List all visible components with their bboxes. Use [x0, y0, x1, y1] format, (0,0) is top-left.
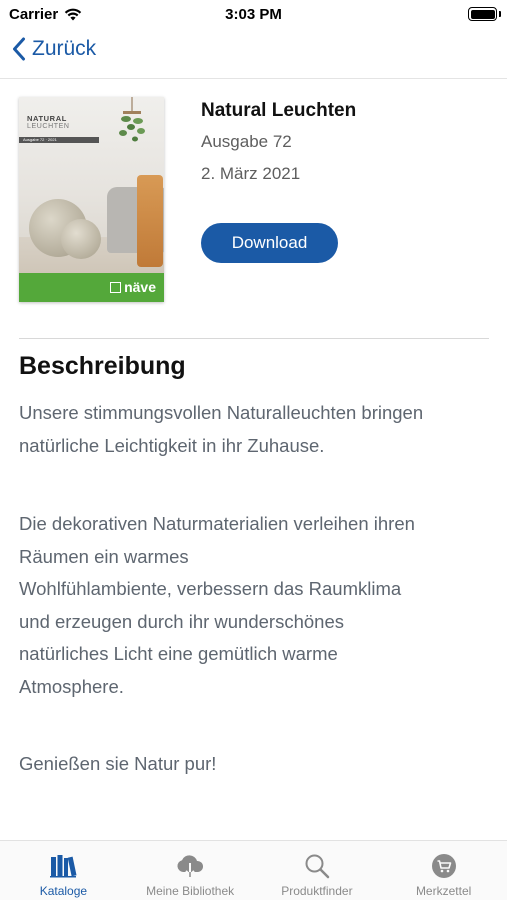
description-line: Die dekorativen Naturmaterialien verleih…	[19, 513, 415, 534]
brand-logo-mark	[110, 281, 122, 293]
cover-blanket	[137, 175, 163, 267]
tab-label: Merkzettel	[415, 884, 472, 898]
nav-bar: Zurück	[0, 28, 507, 79]
cover-title-block: NATURAL LEUCHTEN	[27, 114, 70, 130]
catalog-info: Natural Leuchten Ausgabe 72 2. März 2021…	[201, 97, 481, 263]
catalog-cover-image[interactable]: NATURAL LEUCHTEN Ausgabe 72 · 2021 näve	[19, 97, 164, 302]
tab-meine-bibliothek[interactable]: Meine Bibliothek	[127, 841, 254, 900]
cover-footer: näve	[19, 273, 164, 302]
cover-strip-text: Ausgabe 72 · 2021	[23, 137, 57, 142]
tab-merkzettel[interactable]: Merkzettel	[380, 841, 507, 900]
cover-stone-ball-small	[61, 219, 101, 259]
tab-kataloge[interactable]: Kataloge	[0, 841, 127, 900]
description-line: Räumen ein warmes	[19, 545, 189, 567]
description-paragraph-3: Genießen sie Natur pur!	[19, 753, 217, 774]
cover-title: NATURAL	[27, 114, 67, 123]
cart-icon	[429, 851, 459, 881]
tab-bar: Kataloge Meine Bibliothek Produktfinder	[0, 840, 507, 900]
section-divider	[19, 338, 489, 339]
catalog-edition: Ausgabe 72	[201, 132, 292, 151]
catalog-title: Natural Leuchten	[201, 100, 357, 121]
chevron-left-icon	[13, 37, 25, 61]
back-label: Zurück	[32, 37, 97, 60]
status-time: 3:03 PM	[225, 6, 282, 23]
books-icon	[48, 851, 78, 881]
back-button[interactable]: Zurück	[12, 37, 96, 61]
brand-logo: näve	[110, 279, 156, 295]
cover-subtitle: LEUCHTEN	[27, 123, 70, 130]
description-line: natürliches Licht eine gemütlich warme	[19, 643, 338, 664]
tab-label: Meine Bibliothek	[146, 884, 235, 898]
description-line: und erzeugen durch ihr wunderschönes	[19, 610, 344, 632]
battery-tip	[499, 11, 501, 17]
battery-icon	[468, 7, 497, 21]
catalog-header: NATURAL LEUCHTEN Ausgabe 72 · 2021 näve …	[19, 97, 489, 303]
cloud-download-icon	[175, 851, 205, 881]
tab-label: Produktfinder	[281, 884, 353, 898]
tab-label: Kataloge	[39, 884, 88, 898]
download-button[interactable]: Download	[201, 223, 338, 263]
plant-icon	[119, 97, 145, 142]
tab-produktfinder[interactable]: Produktfinder	[254, 841, 381, 900]
status-bar: Carrier 3:03 PM	[0, 0, 507, 28]
description-paragraph-1: Unsere stimmungsvollen Naturalleuchten b…	[19, 402, 424, 456]
description-paragraph-2: Die dekorativen Naturmaterialien verleih…	[19, 508, 489, 703]
description-line: Wohlfühlambiente, verbessern das Raumkli…	[19, 578, 402, 599]
search-icon	[302, 851, 332, 881]
catalog-date: 2. März 2021	[201, 164, 301, 183]
brand-name: näve	[124, 279, 156, 295]
description-line: Atmosphere.	[19, 675, 124, 697]
description-heading: Beschreibung	[19, 352, 186, 380]
